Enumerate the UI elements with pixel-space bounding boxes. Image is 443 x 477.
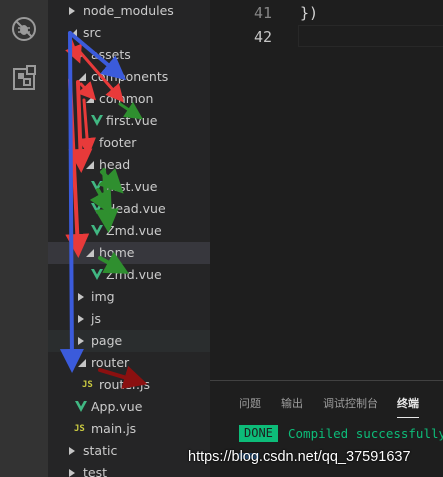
tab-problems[interactable]: 问题 bbox=[239, 395, 261, 411]
tree-file-first-vue[interactable]: first.vue bbox=[48, 176, 210, 198]
chevron-right-icon bbox=[77, 286, 87, 308]
tree-folder-components[interactable]: components bbox=[48, 66, 210, 88]
chevron-right-icon bbox=[68, 462, 78, 477]
tree-folder-head[interactable]: head bbox=[48, 154, 210, 176]
tree-item-label: router bbox=[91, 355, 130, 370]
tree-item-label: Head.vue bbox=[106, 201, 166, 216]
tree-file-router-js[interactable]: JS router.js bbox=[48, 374, 210, 396]
tree-file-zmd-vue[interactable]: Zmd.vue bbox=[48, 220, 210, 242]
chevron-down-icon bbox=[85, 88, 95, 110]
extensions-icon[interactable] bbox=[10, 65, 38, 93]
debug-icon[interactable] bbox=[10, 15, 38, 43]
tree-item-label: main.js bbox=[91, 421, 137, 436]
tree-item-label: img bbox=[91, 289, 115, 304]
chevron-right-icon bbox=[77, 308, 87, 330]
js-file-icon: JS bbox=[82, 380, 93, 390]
tree-folder-common[interactable]: common bbox=[48, 88, 210, 110]
tree-file-first-vue[interactable]: first.vue bbox=[48, 110, 210, 132]
code-line: 42 bbox=[210, 25, 443, 49]
tree-folder-img[interactable]: img bbox=[48, 286, 210, 308]
vue-file-icon bbox=[91, 203, 103, 214]
tree-folder-home[interactable]: home bbox=[48, 242, 210, 264]
line-number: 42 bbox=[253, 28, 272, 46]
tree-item-label: js bbox=[91, 311, 101, 326]
tree-folder-router[interactable]: router bbox=[48, 352, 210, 374]
vue-file-icon bbox=[75, 401, 87, 412]
activity-bar bbox=[0, 0, 48, 477]
chevron-right-icon bbox=[68, 440, 78, 462]
tree-folder-static[interactable]: static bbox=[48, 440, 210, 462]
tree-file-zmd-vue[interactable]: Zmd.vue bbox=[48, 264, 210, 286]
tree-item-label: router.js bbox=[99, 377, 150, 392]
status-badge: DONE bbox=[239, 425, 278, 442]
tree-item-label: static bbox=[83, 443, 118, 458]
tree-folder-page[interactable]: page bbox=[48, 330, 210, 352]
js-file-icon: JS bbox=[74, 424, 85, 434]
tree-item-label: footer bbox=[99, 135, 137, 150]
tree-folder-js[interactable]: js bbox=[48, 308, 210, 330]
tree-item-label: Zmd.vue bbox=[106, 267, 162, 282]
tree-item-label: test bbox=[83, 465, 108, 477]
line-number: 41 bbox=[253, 4, 272, 22]
tree-item-label: Zmd.vue bbox=[106, 223, 162, 238]
tree-folder-footer[interactable]: footer bbox=[48, 132, 210, 154]
chevron-right-icon bbox=[77, 44, 87, 66]
watermark-url: https://blog.csdn.net/qq_37591637 bbox=[188, 449, 411, 465]
code-line: 41 }) bbox=[210, 1, 443, 25]
tree-file-head-vue[interactable]: Head.vue bbox=[48, 198, 210, 220]
tree-file-main-js[interactable]: JS main.js bbox=[48, 418, 210, 440]
explorer-sidebar: node_modules src assets components commo… bbox=[48, 0, 210, 477]
vue-file-icon bbox=[91, 181, 103, 192]
tree-item-label: assets bbox=[91, 47, 131, 62]
tree-item-label: src bbox=[83, 25, 102, 40]
chevron-down-icon bbox=[77, 66, 87, 88]
vue-file-icon bbox=[91, 269, 103, 280]
tree-item-label: first.vue bbox=[106, 179, 158, 194]
tree-item-label: App.vue bbox=[91, 399, 143, 414]
tree-folder-assets[interactable]: assets bbox=[48, 44, 210, 66]
tree-item-label: node_modules bbox=[83, 3, 174, 18]
chevron-right-icon bbox=[68, 0, 78, 22]
tree-file-app-vue[interactable]: App.vue bbox=[48, 396, 210, 418]
tab-terminal[interactable]: 终端 bbox=[397, 395, 419, 418]
tree-item-label: components bbox=[91, 69, 169, 84]
tree-item-label: common bbox=[99, 91, 154, 106]
chevron-down-icon bbox=[85, 154, 95, 176]
vue-file-icon bbox=[91, 225, 103, 236]
tab-debug-console[interactable]: 调试控制台 bbox=[323, 395, 378, 411]
vue-file-icon bbox=[91, 115, 103, 126]
tree-item-label: head bbox=[99, 157, 131, 172]
tree-item-label: first.vue bbox=[106, 113, 158, 128]
tree-folder-src[interactable]: src bbox=[48, 22, 210, 44]
tab-output[interactable]: 输出 bbox=[281, 395, 303, 411]
code-editor[interactable]: 41 }) 42 bbox=[210, 0, 443, 380]
chevron-down-icon bbox=[68, 22, 78, 44]
chevron-down-icon bbox=[85, 242, 95, 264]
line-content: }) bbox=[300, 4, 319, 22]
tree-folder-node-modules[interactable]: node_modules bbox=[48, 0, 210, 22]
chevron-right-icon bbox=[77, 330, 87, 352]
chevron-right-icon bbox=[85, 132, 95, 154]
terminal-output: Compiled successfully bbox=[288, 426, 443, 441]
chevron-down-icon bbox=[77, 352, 87, 374]
tree-item-label: page bbox=[91, 333, 123, 348]
tree-folder-test[interactable]: test bbox=[48, 462, 210, 477]
tree-item-label: home bbox=[99, 245, 135, 260]
